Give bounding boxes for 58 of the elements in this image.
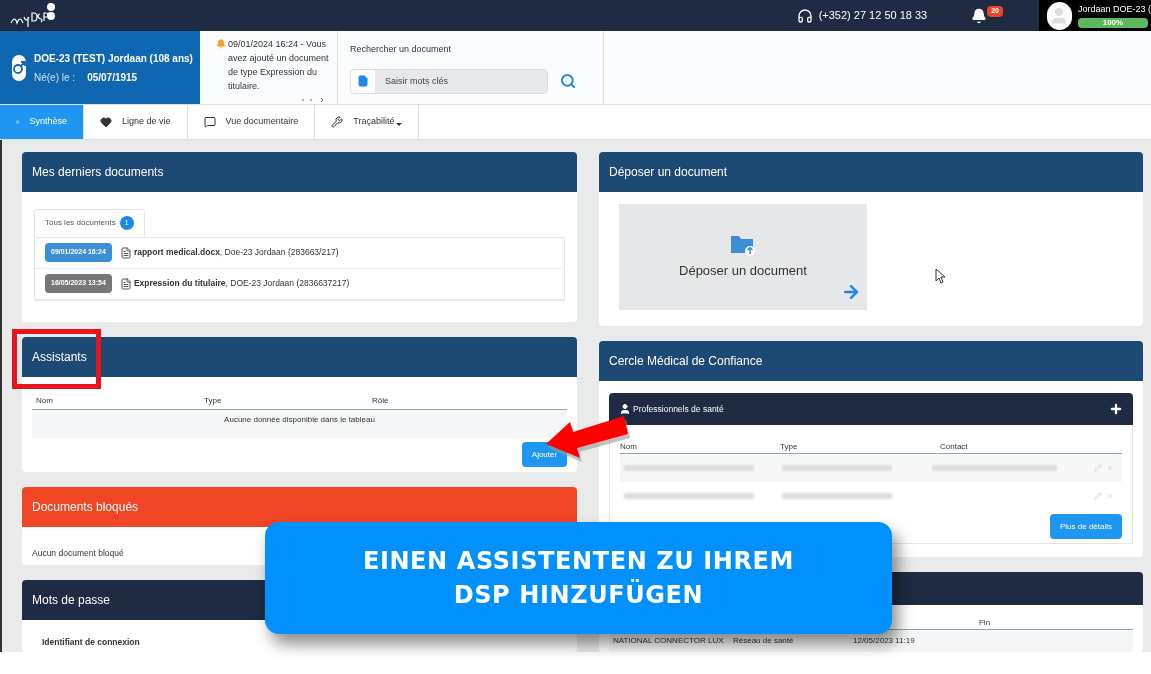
birth-date: 05/07/1915 [87,70,138,85]
heart-icon [100,116,112,128]
column-header: Nom [36,395,54,408]
column-header: Rôle [372,395,390,408]
file-icon [357,75,369,87]
bell-icon [971,7,988,24]
document-title: rapport medical.docx, Doe-23 Jordaan (283663/217) [133,246,339,259]
edit-icon[interactable] [1094,492,1102,500]
column-header: Type [204,395,223,408]
callout-text: DSP HINZUFÜGEN [453,578,704,611]
male-icon [12,54,26,81]
notification-text: 09/01/2024 16:24 - Vous avez ajouté un document de type Expression du titulaire. [228,38,329,93]
chat-icon [203,116,216,128]
headset-icon [796,7,813,24]
document-icon [119,277,132,290]
panel-title: Cercle Médical de Confiance [609,353,763,370]
person-icon [619,403,631,415]
column-header: Contact [940,441,969,453]
column-header: Nom [620,441,638,453]
callout-text: EINEN ASSISTENTEN ZU IHREM [362,546,795,577]
user-name: Jordaan DOE-23 ( [1077,2,1151,16]
progress-reading: 100% [1101,18,1125,29]
delete-icon[interactable] [1106,492,1114,500]
table-cell: 12/05/2023 11:19 [853,635,915,647]
column-header: Fin [979,617,992,629]
search-icon[interactable] [560,73,576,89]
empty-table-message: Aucune donnée disponible dans le tableau [32,410,567,439]
upload-card[interactable]: Déposer un document [619,204,867,310]
avatar-icon [1047,1,1072,30]
empty-message: Aucun document bloqué [32,547,124,558]
search-field[interactable]: Saisir mots clés [350,68,548,94]
panel-title: Mots de passe [32,592,111,609]
document-icon [119,246,132,259]
panel-title: Assistants [32,349,87,367]
field-label: Identifiant de connexion [42,637,140,647]
document-title: Expression du titulaire, DOE-23 Jordaan (2836637217) [133,277,350,290]
mouse-pointer-icon [935,268,947,284]
panel-title: Mes derniers documents [32,164,164,181]
phone-number: (+352) 27 12 50 18 33 [818,8,928,24]
search-label: Rechercher un document [350,43,453,56]
delete-icon[interactable] [1106,464,1114,472]
section-title: Professionnels de santé [633,402,724,416]
edit-icon[interactable] [1094,464,1102,472]
upload-label: Déposer un document [679,262,807,281]
patient-name: DOE-23 (TEST) Jordaan (108 ans) [34,51,193,66]
birth-label: Né(e) le : [34,70,76,85]
user-panel[interactable]: Jordaan DOE-23 ( 100% [1039,0,1151,31]
table-cell-text: NATIONAL CONNECTOR LUX [613,635,725,647]
panel-title: Déposer un document [609,164,728,181]
bell-icon [216,39,226,49]
arrow-right-icon [841,282,861,302]
add-icon[interactable] [1109,402,1123,416]
panel-title: Documents bloqués [32,498,139,516]
column-header: Type [780,441,799,453]
wrench-icon [331,116,344,128]
folder-upload-icon [730,233,756,258]
table-cell-text: Réseau de santé [733,635,795,647]
logo-icon [8,2,56,29]
